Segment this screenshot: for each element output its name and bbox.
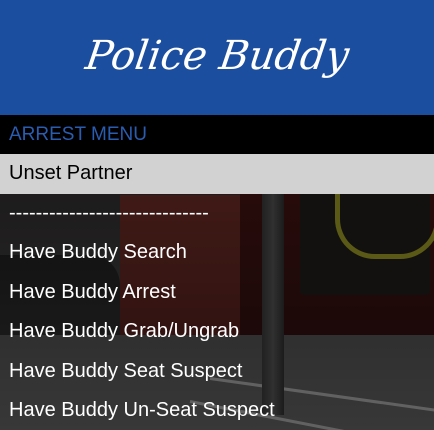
menu-item-label: Have Buddy Arrest <box>9 280 176 303</box>
menu-item-label: Have Buddy Search <box>9 241 187 264</box>
menu-separator: ------------------------------ <box>0 193 434 233</box>
menu-subtitle-bar: ARREST MENU <box>0 115 434 154</box>
menu-item-unset-partner[interactable]: Unset Partner <box>0 154 434 194</box>
menu-item-buddy-search[interactable]: Have Buddy Search <box>0 233 434 273</box>
menu-item-buddy-arrest[interactable]: Have Buddy Arrest <box>0 272 434 312</box>
menu-separator-label: ------------------------------ <box>9 201 209 224</box>
game-screen: Police Buddy ARREST MENU Unset Partner -… <box>0 0 434 430</box>
menu-item-label: Have Buddy Grab/Ungrab <box>9 320 240 343</box>
menu-item-label: Have Buddy Seat Suspect <box>9 359 243 382</box>
menu-item-buddy-unseat-suspect[interactable]: Have Buddy Un-Seat Suspect <box>0 391 434 430</box>
menu-item-buddy-seat-suspect[interactable]: Have Buddy Seat Suspect <box>0 351 434 391</box>
menu-subtitle: ARREST MENU <box>9 123 147 145</box>
menu-header-banner: Police Buddy <box>0 0 434 115</box>
menu-item-buddy-grab[interactable]: Have Buddy Grab/Ungrab <box>0 312 434 352</box>
menu-item-label: Have Buddy Un-Seat Suspect <box>9 399 275 422</box>
menu-title: Police Buddy <box>82 32 352 79</box>
menu-list: Unset Partner --------------------------… <box>0 154 434 430</box>
menu-item-label: Unset Partner <box>9 162 133 185</box>
